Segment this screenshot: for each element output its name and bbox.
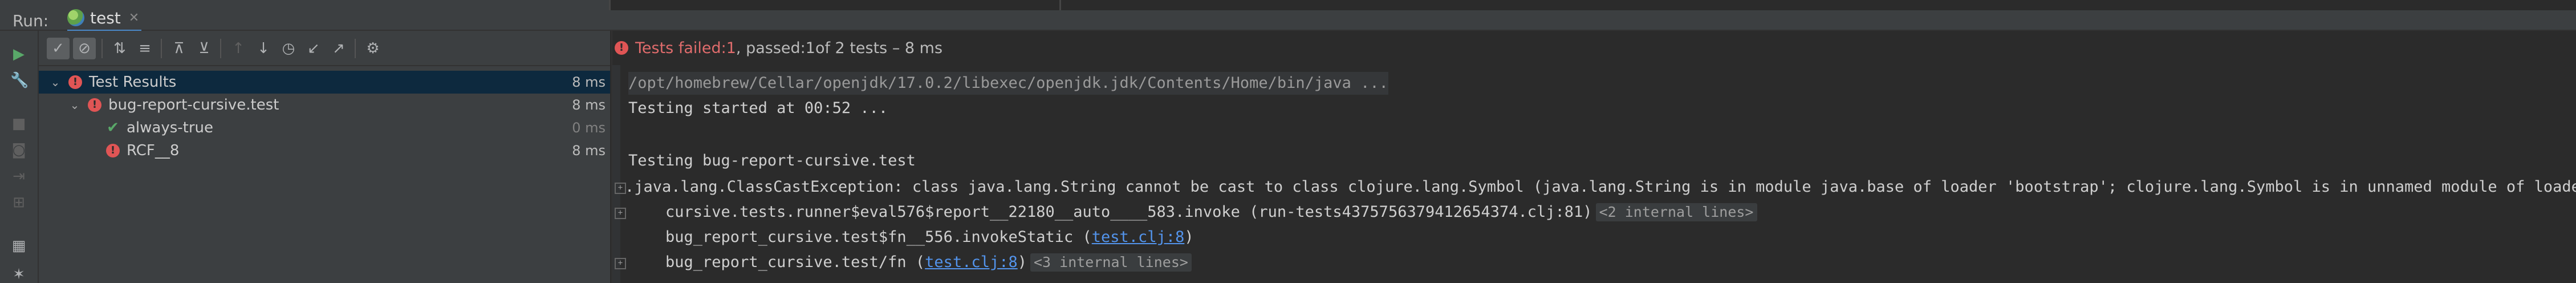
close-icon[interactable]: ✕ [129, 11, 139, 25]
run-left-toolbar: ▶ 🔧 ■ ◙ ⇥ ⊞ ▦ ✶ [0, 31, 39, 283]
check-icon: ✔ [107, 119, 119, 136]
exit-icon[interactable]: ⇥ [10, 168, 27, 185]
run-tab-label: test [90, 8, 121, 27]
console-line-started: Testing started at 00:52 ... [628, 99, 888, 117]
test-tree-toolbar: ✓ ⊘ ⇅ ≡ ⊼ ⊻ ↑ ↓ ◷ ↙ ↗ ⚙ [39, 31, 610, 66]
run-tab-test[interactable]: test ✕ [67, 6, 141, 32]
sort-duration-icon[interactable]: ≡ [133, 38, 156, 59]
export-icon[interactable]: ↗ [327, 38, 350, 59]
tree-row-namespace[interactable]: ⌄ ! bug-report-cursive.test 8 ms [39, 94, 610, 116]
history-icon[interactable]: ◷ [277, 38, 300, 59]
run-label: Run: [13, 11, 49, 30]
tree-row-rcf-8[interactable]: ! RCF__8 8 ms [39, 139, 610, 162]
tree-row-label: bug-report-cursive.test [108, 96, 279, 114]
layout-icon[interactable]: ▦ [10, 237, 27, 254]
show-ignored-icon[interactable]: ⊘ [73, 38, 96, 59]
chevron-down-icon[interactable]: ⌄ [48, 75, 63, 89]
clojure-icon [67, 9, 84, 26]
tree-row-label: always-true [127, 119, 214, 136]
stack-frame-text: bug_report_cursive.test$fn__556.invokeSt… [628, 228, 1092, 246]
status-summary: of 2 tests – 8 ms [815, 39, 943, 57]
error-icon: ! [88, 98, 101, 112]
divider [161, 39, 162, 58]
stack-frame-text: ) [1184, 228, 1194, 246]
sort-alpha-icon[interactable]: ⇅ [108, 38, 131, 59]
import-icon[interactable]: ↙ [302, 38, 325, 59]
test-status-bar: ! Tests failed: 1 , passed: 1 of 2 tests… [612, 31, 2576, 65]
test-tree-panel: ✓ ⊘ ⇅ ≡ ⊼ ⊻ ↑ ↓ ◷ ↙ ↗ ⚙ ⌄ ! Test Results… [39, 31, 610, 283]
tree-row-duration: 8 ms [572, 143, 606, 159]
tree-row-duration: 8 ms [572, 74, 606, 90]
console-panel: ! Tests failed: 1 , passed: 1 of 2 tests… [611, 31, 2576, 283]
stack-frame-text: ) [1017, 253, 1027, 271]
internal-lines-fold[interactable]: <3 internal lines> [1030, 253, 1192, 272]
divider [1059, 0, 1061, 10]
stack-frame-text: bug_report_cursive.test/fn ( [628, 253, 925, 271]
stop-icon[interactable]: ■ [10, 115, 27, 132]
tree-row-always-true[interactable]: ✔ always-true 0 ms [39, 116, 610, 139]
tree-row-label: RCF__8 [127, 142, 180, 159]
console-gutter [612, 65, 620, 283]
tree-row-test-results[interactable]: ⌄ ! Test Results 8 ms [39, 71, 610, 94]
internal-lines-fold[interactable]: <2 internal lines> [1595, 203, 1757, 221]
run-toolwindow-header: Run: test ✕ [0, 0, 2576, 32]
console-line-command[interactable]: /opt/homebrew/Cellar/openjdk/17.0.2/libe… [628, 72, 1388, 95]
console-line-stack-3: bug_report_cursive.test/fn (test.clj:8) <… [628, 251, 1192, 274]
camera-icon[interactable]: ◙ [10, 142, 27, 159]
fold-toggle-icon[interactable]: + [615, 208, 626, 219]
gear-icon[interactable]: ⚙ [361, 38, 384, 59]
divider [609, 0, 611, 10]
next-failed-icon[interactable]: ↓ [252, 38, 275, 59]
wrench-icon[interactable]: 🔧 [10, 72, 29, 89]
status-failed-label: Tests failed: [635, 39, 726, 57]
status-passed-count: 1 [805, 39, 815, 57]
console-line-stack-1: cursive.tests.runner$eval576$report__221… [628, 201, 1757, 224]
divider [220, 39, 221, 58]
expand-all-icon[interactable]: ⊼ [168, 38, 190, 59]
console-line-exception: .java.lang.ClassCastException: class jav… [625, 178, 2576, 196]
status-failed-count: 1 [726, 39, 736, 57]
more-icon[interactable]: ✶ [10, 266, 27, 283]
error-icon: ! [106, 144, 120, 157]
fold-toggle-icon[interactable]: + [615, 183, 626, 194]
collapse-all-icon[interactable]: ⊻ [193, 38, 216, 59]
error-icon: ! [615, 41, 628, 55]
rerun-icon[interactable]: ▶ [10, 46, 27, 63]
source-link[interactable]: test.clj:8 [1092, 228, 1185, 246]
chevron-down-icon[interactable]: ⌄ [67, 98, 82, 112]
console-line-testing: Testing bug-report-cursive.test [628, 152, 916, 169]
stack-frame-text: cursive.tests.runner$eval576$report__221… [628, 203, 1592, 221]
prev-failed-icon[interactable]: ↑ [227, 38, 250, 59]
show-passed-icon[interactable]: ✓ [47, 38, 70, 59]
console-line-stack-2: bug_report_cursive.test$fn__556.invokeSt… [628, 226, 1194, 249]
tree-row-duration: 0 ms [572, 120, 606, 136]
source-link[interactable]: test.clj:8 [925, 253, 1018, 271]
fold-toggle-icon[interactable]: + [615, 258, 626, 269]
tree-row-label: Test Results [89, 74, 177, 91]
divider [101, 39, 103, 58]
editor-tab-strip [609, 0, 2576, 10]
divider [355, 39, 356, 58]
pin-icon[interactable]: ⊞ [10, 194, 27, 211]
error-icon: ! [68, 75, 82, 89]
tree-row-duration: 8 ms [572, 97, 606, 113]
status-passed-label: , passed: [736, 39, 806, 57]
